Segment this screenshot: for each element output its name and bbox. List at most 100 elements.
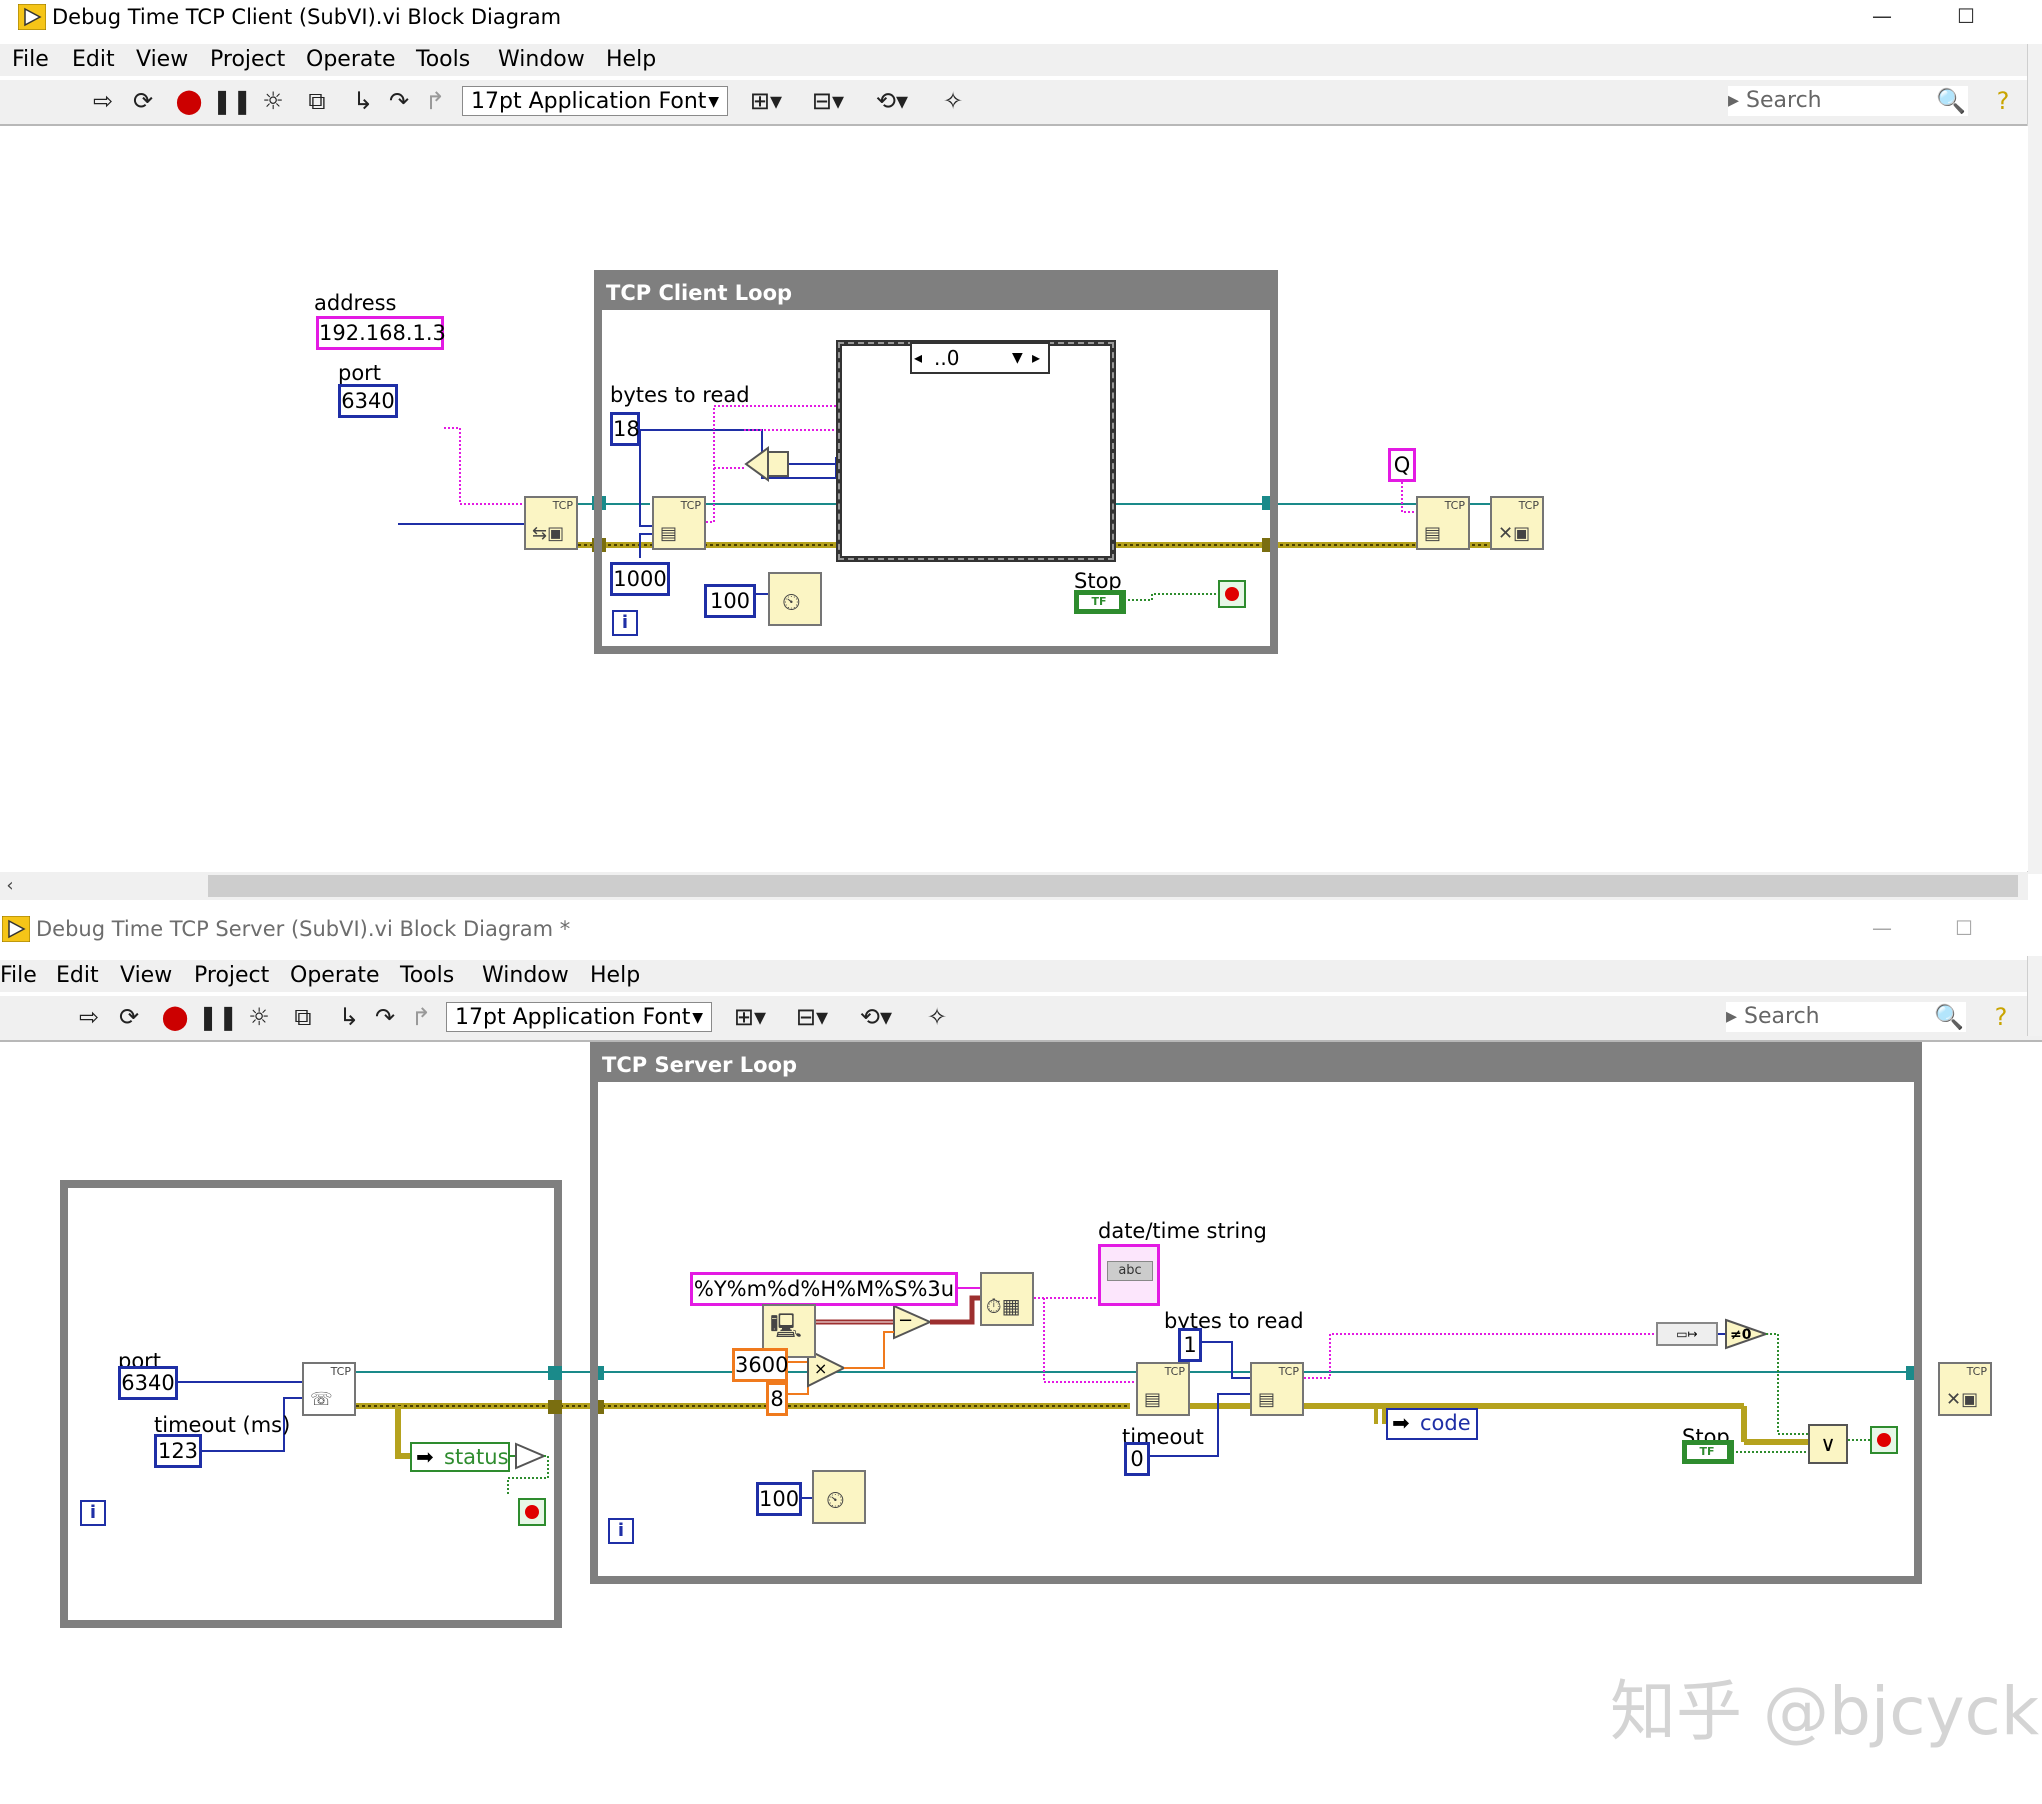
chevron-down-icon[interactable]: ▼ xyxy=(1012,344,1023,372)
server-tcp-close-node[interactable]: TCP ✕▣ xyxy=(1938,1362,1992,1416)
menu-help[interactable]: Help xyxy=(590,962,640,990)
tcp-open-connection-node[interactable]: TCP ⇆▣ xyxy=(524,496,578,550)
server-bytes-constant[interactable]: 1 xyxy=(1178,1328,1202,1362)
server-stop-control[interactable]: TF xyxy=(1682,1440,1734,1464)
c3600-constant[interactable]: 3600 xyxy=(732,1348,788,1382)
server-outer-loop-condition[interactable] xyxy=(518,1498,546,1526)
server-tcp-write-node[interactable]: TCP ▤ xyxy=(1136,1362,1190,1416)
tcp-wait-on-listener-node[interactable]: TCP ☏ xyxy=(302,1362,356,1416)
step-into-icon[interactable]: ↳ xyxy=(334,1002,364,1032)
reorder-icon[interactable]: ⟲▾ xyxy=(854,1002,898,1032)
tcp-read-node[interactable]: TCP ▤ xyxy=(652,496,706,550)
pause-icon[interactable]: ❚❚ xyxy=(198,1002,238,1032)
client-stop-control[interactable]: TF xyxy=(1074,590,1126,614)
highlight-bulb-icon[interactable]: ☼ xyxy=(258,86,288,116)
cleanup-icon[interactable]: ✧ xyxy=(938,86,968,116)
string-length-node[interactable]: ▭↦ xyxy=(1656,1322,1718,1346)
client-bytes-label: bytes to read xyxy=(610,383,750,407)
status-unbundle[interactable]: ➡ status xyxy=(410,1442,510,1472)
menu-project[interactable]: Project xyxy=(210,46,285,74)
menu-help[interactable]: Help xyxy=(606,46,656,74)
menu-operate[interactable]: Operate xyxy=(306,46,396,74)
q-constant[interactable]: Q xyxy=(1388,448,1416,482)
menu-view[interactable]: View xyxy=(136,46,188,74)
search-icon[interactable]: 🔍 xyxy=(1934,1002,1964,1032)
horizontal-scrollbar[interactable]: ‹ xyxy=(0,872,2028,900)
client-read-timeout-constant[interactable]: 1000 xyxy=(610,562,670,596)
run-arrow-icon[interactable]: ⇨ xyxy=(88,86,118,116)
maximize-button[interactable]: ☐ xyxy=(1936,0,1996,34)
run-continuous-icon[interactable]: ⟳ xyxy=(128,86,158,116)
client-wait-constant[interactable]: 100 xyxy=(704,584,756,618)
step-over-icon[interactable]: ↷ xyxy=(384,86,414,116)
maximize-button[interactable]: ☐ xyxy=(1934,912,1994,946)
help-icon[interactable]: ? xyxy=(1988,86,2018,116)
step-out-icon[interactable]: ↱ xyxy=(406,1002,436,1032)
vertical-scrollbar[interactable] xyxy=(2027,44,2042,874)
abort-icon[interactable]: ⬤ xyxy=(174,86,204,116)
tcp-write-node[interactable]: TCP ▤ xyxy=(1416,496,1470,550)
server-tcp-read-node[interactable]: TCP ▤ xyxy=(1250,1362,1304,1416)
server-wait-ms-node[interactable]: ⏲ xyxy=(812,1470,866,1524)
step-into-icon[interactable]: ↳ xyxy=(348,86,378,116)
help-icon[interactable]: ? xyxy=(1986,1002,2016,1032)
search-input[interactable]: ▸ Search xyxy=(1728,86,1968,116)
menu-operate[interactable]: Operate xyxy=(290,962,380,990)
menu-tools[interactable]: Tools xyxy=(416,46,470,74)
run-continuous-icon[interactable]: ⟳ xyxy=(114,1002,144,1032)
step-over-icon[interactable]: ↷ xyxy=(370,1002,400,1032)
client-loop-condition[interactable] xyxy=(1218,580,1246,608)
menu-edit[interactable]: Edit xyxy=(56,962,99,990)
format-string-constant[interactable]: %Y%m%d%H%M%S%3u xyxy=(690,1272,958,1306)
step-out-icon[interactable]: ↱ xyxy=(420,86,450,116)
scroll-thumb[interactable] xyxy=(208,875,2018,897)
menu-window[interactable]: Window xyxy=(498,46,585,74)
minimize-button[interactable]: — xyxy=(1852,0,1912,34)
menu-view[interactable]: View xyxy=(120,962,172,990)
reorder-icon[interactable]: ⟲▾ xyxy=(870,86,914,116)
align-icon[interactable]: ⊞▾ xyxy=(728,1002,772,1032)
server-timeout-constant[interactable]: 123 xyxy=(154,1434,202,1468)
retain-wire-icon[interactable]: ⧉ xyxy=(288,1002,318,1032)
menu-window[interactable]: Window xyxy=(482,962,569,990)
menu-project[interactable]: Project xyxy=(194,962,269,990)
pause-icon[interactable]: ❚❚ xyxy=(212,86,252,116)
format-datetime-node[interactable]: ⏱▦ xyxy=(980,1272,1034,1326)
c8-constant[interactable]: 8 xyxy=(766,1382,788,1416)
retain-wire-icon[interactable]: ⧉ xyxy=(302,86,332,116)
menu-edit[interactable]: Edit xyxy=(72,46,115,74)
server-wait-constant[interactable]: 100 xyxy=(756,1482,802,1516)
cleanup-icon[interactable]: ✧ xyxy=(922,1002,952,1032)
distribute-icon[interactable]: ⊟▾ xyxy=(806,86,850,116)
search-icon[interactable]: 🔍 xyxy=(1936,86,1966,116)
client-bytes-constant[interactable]: 18 xyxy=(610,412,640,446)
chevron-right-icon[interactable]: ▸ xyxy=(1032,344,1040,372)
distribute-icon[interactable]: ⊟▾ xyxy=(790,1002,834,1032)
font-select[interactable]: 17pt Application Font ▼ xyxy=(462,86,728,116)
menu-file[interactable]: File xyxy=(0,962,37,990)
server-timeout2-constant[interactable]: 0 xyxy=(1124,1442,1150,1476)
case-selector[interactable]: ◂ ..0 ▼ ▸ xyxy=(910,342,1050,374)
server-port-constant[interactable]: 6340 xyxy=(118,1366,178,1400)
scroll-left-icon[interactable]: ‹ xyxy=(0,872,20,900)
run-arrow-icon[interactable]: ⇨ xyxy=(74,1002,104,1032)
menu-tools[interactable]: Tools xyxy=(400,962,454,990)
chevron-left-icon[interactable]: ◂ xyxy=(914,344,922,372)
address-constant[interactable]: 192.168.1.3 xyxy=(316,316,446,350)
port-constant[interactable]: 6340 xyxy=(338,384,398,418)
code-unbundle[interactable]: ➡ code xyxy=(1386,1408,1478,1440)
tcp-close-connection-node[interactable]: TCP ✕▣ xyxy=(1490,496,1544,550)
case-structure[interactable]: ◂ ..0 ▼ ▸ xyxy=(836,340,1116,562)
font-select[interactable]: 17pt Application Font ▼ xyxy=(446,1002,712,1032)
compound-or-node[interactable]: ∨ xyxy=(1808,1424,1848,1464)
menu-file[interactable]: File xyxy=(12,46,49,74)
tcp-open-icon: ⇆▣ xyxy=(532,523,565,544)
vertical-scrollbar[interactable] xyxy=(2027,956,2042,1036)
align-icon[interactable]: ⊞▾ xyxy=(744,86,788,116)
search-input[interactable]: ▸ Search xyxy=(1726,1002,1966,1032)
minimize-button[interactable]: — xyxy=(1852,912,1912,946)
server-loop-condition[interactable] xyxy=(1870,1426,1898,1454)
highlight-bulb-icon[interactable]: ☼ xyxy=(244,1002,274,1032)
wait-ms-node[interactable]: ⏲ xyxy=(768,572,822,626)
abort-icon[interactable]: ⬤ xyxy=(160,1002,190,1032)
